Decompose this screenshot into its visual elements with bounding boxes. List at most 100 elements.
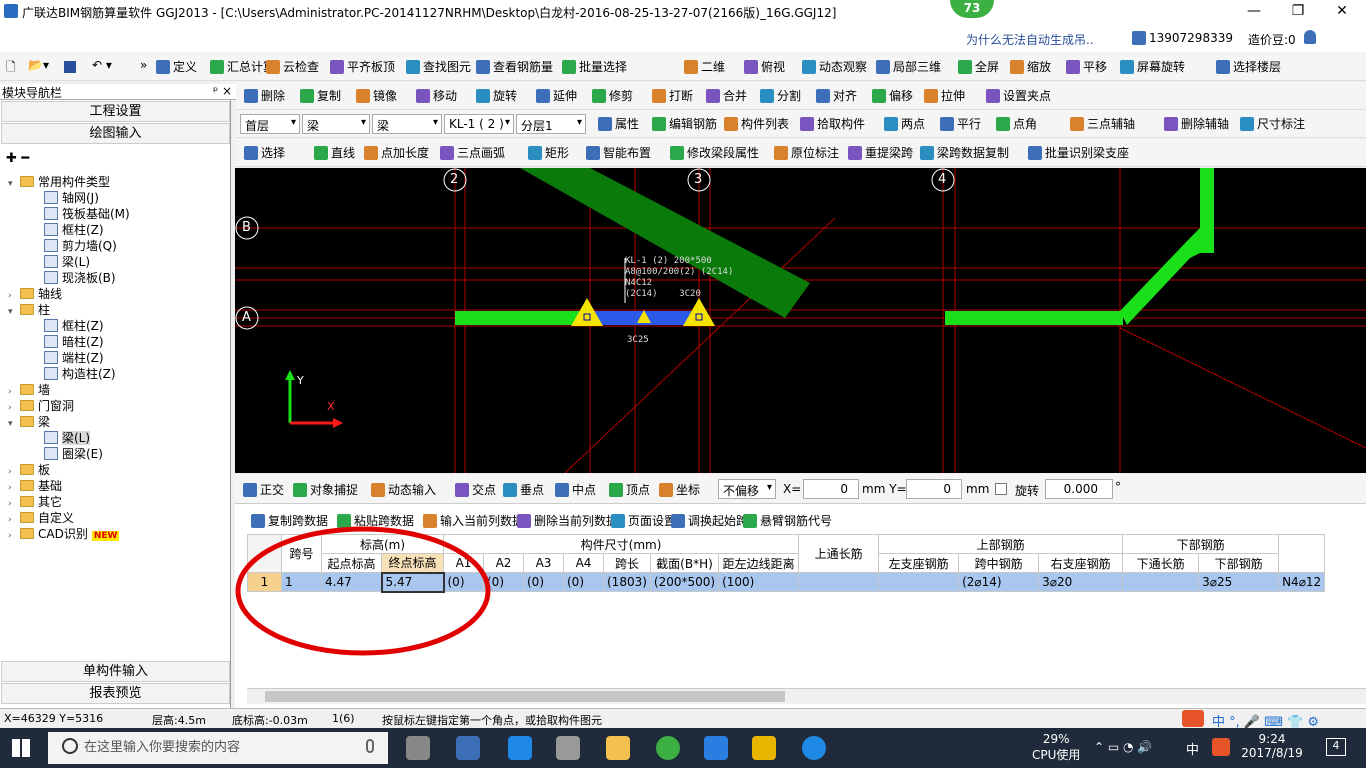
toolbar2-item-11[interactable]: 偏移 xyxy=(872,87,913,104)
type-select-2[interactable]: 梁 xyxy=(372,114,442,134)
rotate-input[interactable]: 0.000 xyxy=(1045,479,1113,499)
toolbar1-item-4[interactable]: 查找图元 xyxy=(406,58,471,75)
sogou-ime-icon[interactable] xyxy=(1182,710,1204,727)
tree-item[interactable]: 梁(L) xyxy=(44,254,90,270)
toolbar4-item-5[interactable]: 智能布置 xyxy=(586,144,651,161)
type-select-1[interactable]: 梁 xyxy=(302,114,370,134)
snap-item-1[interactable]: 对象捕捉 xyxy=(293,481,358,498)
tree-folder[interactable]: ▾ 常用构件类型 xyxy=(8,174,110,190)
tree-item[interactable]: 梁(L) xyxy=(44,430,91,446)
layer-select[interactable]: 分层1 xyxy=(516,114,586,134)
new-file-icon[interactable]: 🗋 xyxy=(6,58,16,79)
tree-item[interactable]: 筏板基础(M) xyxy=(44,206,130,222)
toolbar2-item-6[interactable]: 修剪 xyxy=(592,87,633,104)
drawing-input-button[interactable]: 绘图输入 xyxy=(1,123,230,144)
toolbar4-item-3[interactable]: 三点画弧 xyxy=(440,144,505,161)
question-link[interactable]: 为什么无法自动生成吊.. xyxy=(966,31,1094,48)
pin-close-icon[interactable]: ᵖ × xyxy=(213,84,232,98)
tray-icons[interactable]: ⌃ ▭ ◔ 🔊 xyxy=(1094,740,1152,754)
snap-item-4[interactable]: 垂点 xyxy=(503,481,544,498)
toolbar4-item-4[interactable]: 矩形 xyxy=(528,144,569,161)
toolbar2-item-12[interactable]: 拉伸 xyxy=(924,87,965,104)
tree-item[interactable]: 端柱(Z) xyxy=(44,350,104,366)
snap-item-3[interactable]: 交点 xyxy=(455,481,496,498)
toolbar4-item-1[interactable]: 直线 xyxy=(314,144,355,161)
cell-right-support[interactable]: 3⌀20 xyxy=(1038,572,1124,592)
toolbar2-item-1[interactable]: 复制 xyxy=(300,87,341,104)
toolbar1-item-5[interactable]: 查看钢筋量 xyxy=(476,58,553,75)
search-box[interactable]: 在这里输入你要搜索的内容 xyxy=(48,732,388,764)
x-input[interactable]: 0 xyxy=(803,479,859,499)
cell-span-length[interactable]: (1803) xyxy=(603,572,651,592)
snap-item-0[interactable]: 正交 xyxy=(243,481,284,498)
report-preview-button[interactable]: 报表预览 xyxy=(1,683,230,704)
drawing-canvas[interactable]: 2 3 4 B A KL-1 (2) 200*500 A8@100/200(2)… xyxy=(235,168,1366,473)
glodon-icon[interactable] xyxy=(704,736,728,760)
overflow-icon[interactable]: » xyxy=(140,58,147,72)
toolbar2-item-8[interactable]: 合并 xyxy=(706,87,747,104)
toolbar1-item-14[interactable]: 屏幕旋转 xyxy=(1120,58,1185,75)
toolbar1-item-13[interactable]: 平移 xyxy=(1066,58,1107,75)
toolbar1-item-6[interactable]: 批量选择 xyxy=(562,58,627,75)
tree-folder[interactable]: › 自定义 xyxy=(8,510,74,526)
toolbar1-item-8[interactable]: 俯视 xyxy=(744,58,785,75)
account-phone[interactable]: 13907298339 xyxy=(1132,31,1233,45)
notes-icon[interactable] xyxy=(752,736,776,760)
toolbar1-item-3[interactable]: 平齐板顶 xyxy=(330,58,395,75)
tree-folder[interactable]: › 基础 xyxy=(8,478,62,494)
expand-icon[interactable]: › xyxy=(8,528,20,544)
tree-item[interactable]: 轴网(J) xyxy=(44,190,99,206)
cell-left-support[interactable] xyxy=(878,572,960,592)
cell-section[interactable]: (200*500) xyxy=(649,572,720,592)
clock[interactable]: 9:24 2017/8/19 xyxy=(1240,732,1304,760)
rotate-checkbox[interactable] xyxy=(995,483,1007,495)
toolbar2-item-4[interactable]: 旋转 xyxy=(476,87,517,104)
tree-folder[interactable]: › CAD识别 NEW xyxy=(8,526,120,544)
cpu-widget[interactable]: 29% CPU使用 xyxy=(1032,732,1080,763)
edge-icon[interactable] xyxy=(508,736,532,760)
toolbar1-item-2[interactable]: 云检查 xyxy=(266,58,319,75)
toolbar1-item-11[interactable]: 全屏 xyxy=(958,58,999,75)
snap-item-5[interactable]: 中点 xyxy=(555,481,596,498)
restore-button[interactable]: ❐ xyxy=(1276,0,1320,24)
toolbar3-item-3[interactable]: 拾取构件 xyxy=(800,115,865,132)
cell-bottom-rebar[interactable]: 3⌀25 xyxy=(1198,572,1280,592)
tree-folder[interactable]: › 墙 xyxy=(8,382,50,398)
toolbar3-item-0[interactable]: 属性 xyxy=(598,115,639,132)
minimize-button[interactable]: — xyxy=(1232,0,1276,24)
toolbar2-item-5[interactable]: 延伸 xyxy=(536,87,577,104)
toolbar2-item-3[interactable]: 移动 xyxy=(416,87,457,104)
tree-item[interactable]: 框柱(Z) xyxy=(44,318,104,334)
toolbar4-item-2[interactable]: 点加长度 xyxy=(364,144,429,161)
grid-toolbar-item-5[interactable]: 调换起始跨 xyxy=(671,512,748,529)
toolbar3-item-8[interactable]: 删除辅轴 xyxy=(1164,115,1229,132)
browser-icon[interactable] xyxy=(656,736,680,760)
toolbar4-item-10[interactable]: 批量识别梁支座 xyxy=(1028,144,1129,161)
toolbar3-item-4[interactable]: 两点 xyxy=(884,115,925,132)
toolbar1-item-0[interactable]: 定义 xyxy=(156,58,197,75)
snap-item-6[interactable]: 顶点 xyxy=(609,481,650,498)
mic-icon[interactable] xyxy=(366,739,374,753)
toolbar3-item-2[interactable]: 构件列表 xyxy=(724,115,789,132)
store-icon[interactable] xyxy=(556,736,580,760)
snap-item-2[interactable]: 动态输入 xyxy=(371,481,436,498)
tree-folder[interactable]: › 轴线 xyxy=(8,286,62,302)
tree-folder[interactable]: ▾ 柱 xyxy=(8,302,50,318)
toolbar3-item-6[interactable]: 点角 xyxy=(996,115,1037,132)
bell-icon[interactable] xyxy=(1304,30,1316,44)
toolbar4-item-6[interactable]: 修改梁段属性 xyxy=(670,144,759,161)
expand-icon[interactable]: ▾ xyxy=(8,304,20,320)
toolbar1-item-10[interactable]: 局部三维 xyxy=(876,58,941,75)
tree-folder[interactable]: ▾ 梁 xyxy=(8,414,50,430)
toolbar2-item-0[interactable]: 删除 xyxy=(244,87,285,104)
tree-item[interactable]: 圈梁(E) xyxy=(44,446,103,462)
toolbar2-item-2[interactable]: 镜像 xyxy=(356,87,397,104)
toolbar2-item-9[interactable]: 分割 xyxy=(760,87,801,104)
toolbar4-item-7[interactable]: 原位标注 xyxy=(774,144,839,161)
floor-select[interactable]: 首层 xyxy=(240,114,300,134)
grid-toolbar-item-4[interactable]: 页面设置 xyxy=(611,512,676,529)
cell-left-dist[interactable]: (100) xyxy=(718,572,800,592)
expand-icon[interactable]: ▾ xyxy=(8,416,20,432)
tree-folder[interactable]: › 门窗洞 xyxy=(8,398,74,414)
ime-indicator[interactable]: 中 xyxy=(1186,739,1199,758)
